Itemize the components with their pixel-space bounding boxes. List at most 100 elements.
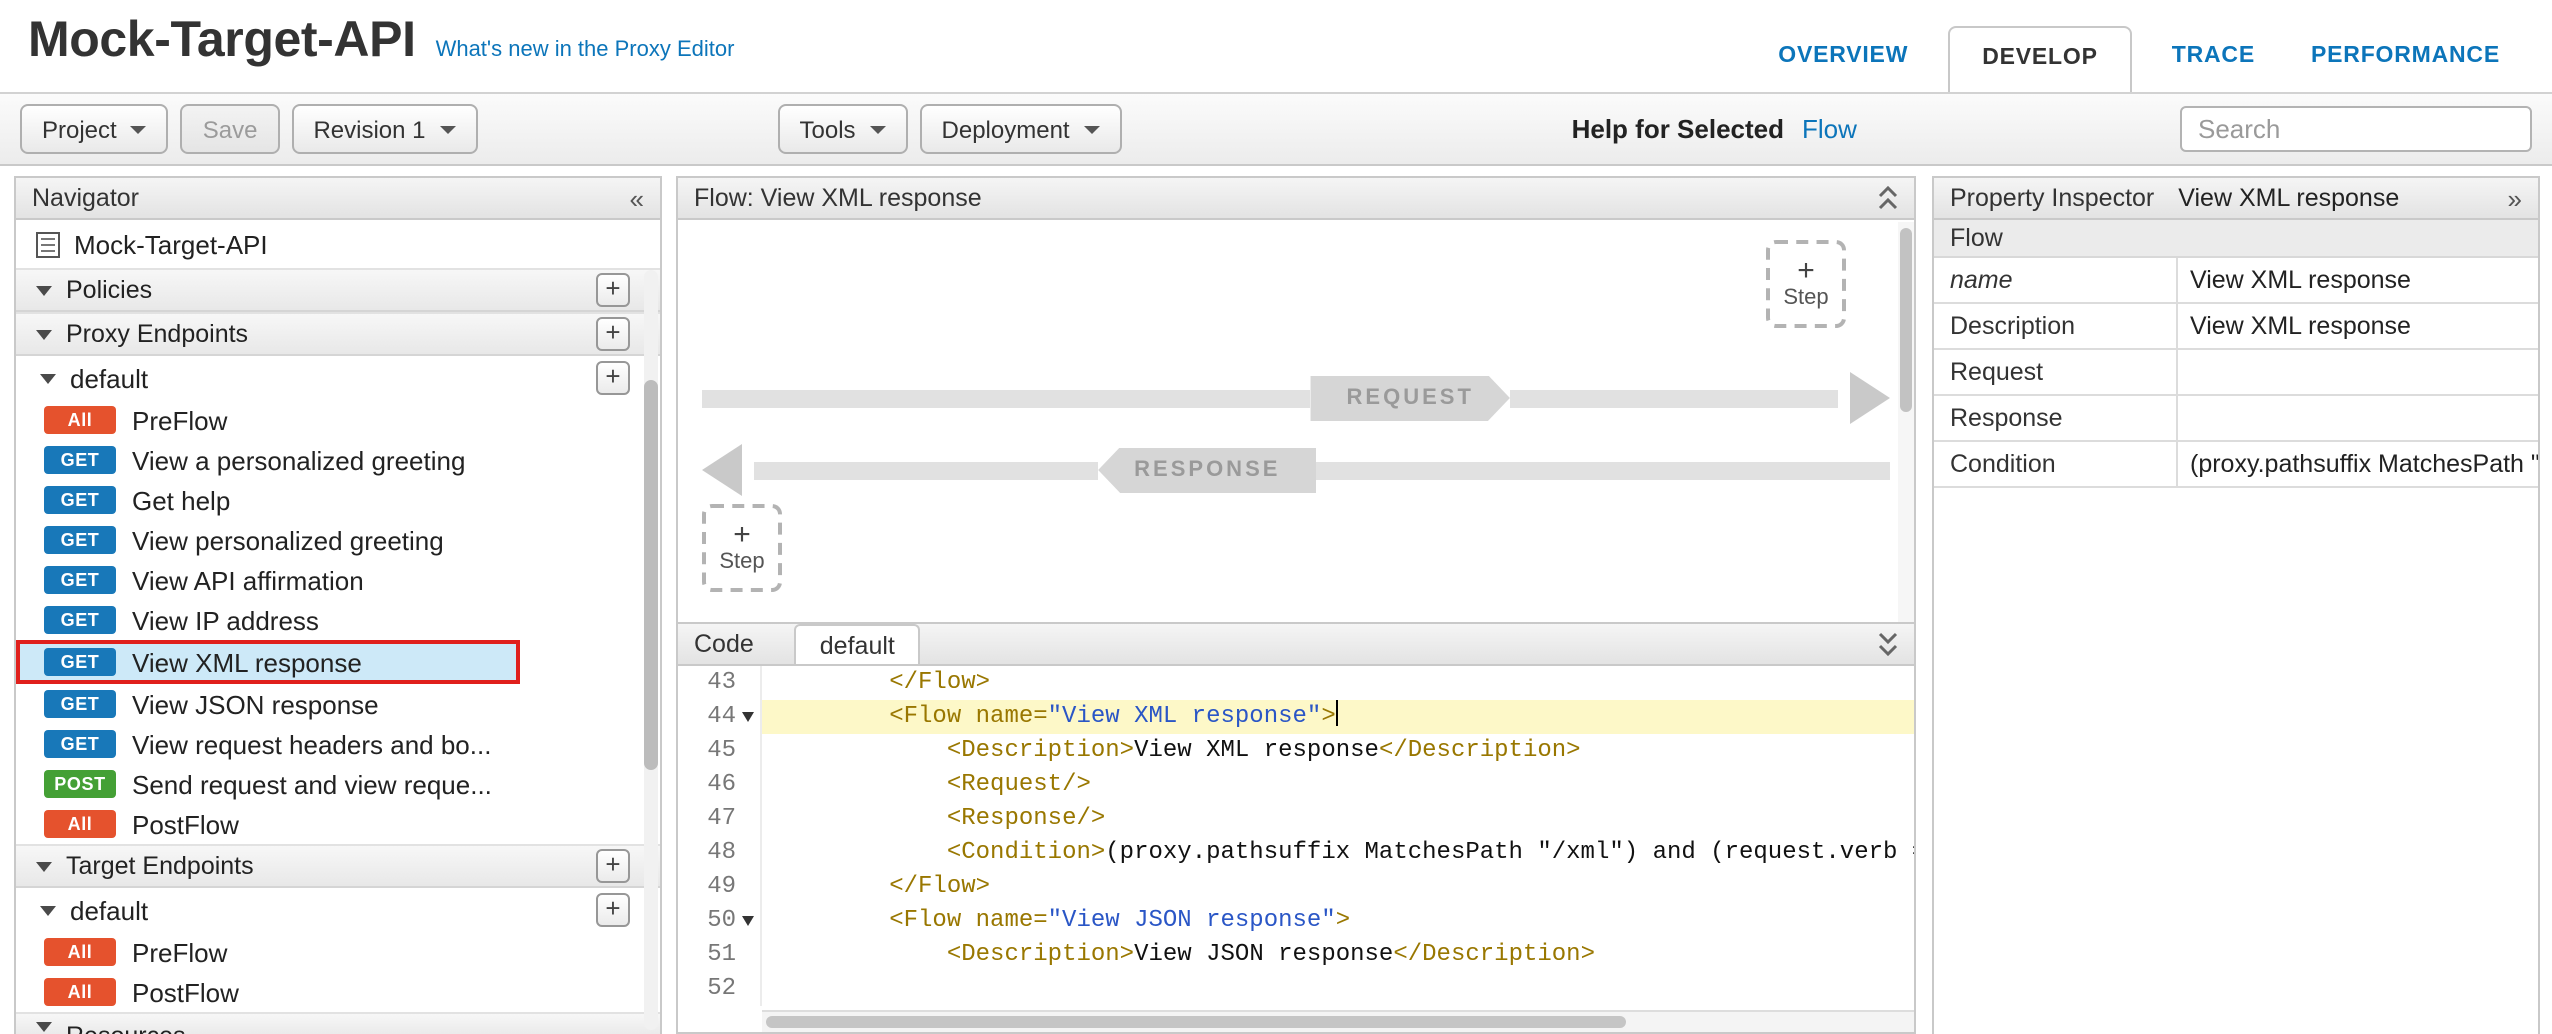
method-badge: POST [44, 770, 116, 798]
whats-new-link[interactable]: What's new in the Proxy Editor [436, 38, 735, 62]
sidebar-group-default[interactable]: default+ [16, 888, 660, 932]
sidebar-item-send-request-and-view-reque[interactable]: POSTSend request and view reque... [16, 764, 660, 804]
code-token: </Description> [1379, 736, 1581, 764]
add-step-button-response[interactable]: + Step [702, 504, 782, 592]
scrollbar-thumb[interactable] [766, 1016, 1626, 1028]
code-line[interactable]: 43 </Flow> [678, 666, 1914, 700]
code-line[interactable]: 50 <Flow name="View JSON response"> [678, 904, 1914, 938]
code-horizontal-scrollbar[interactable] [762, 1010, 1914, 1032]
expand-right-icon[interactable]: » [2508, 185, 2522, 211]
disclosure-triangle-icon[interactable] [40, 373, 56, 383]
inspector-property-value[interactable]: View XML response [2178, 258, 2538, 302]
sidebar-item-label: View API affirmation [132, 565, 364, 595]
sidebar-item-get-help[interactable]: GETGet help [16, 480, 660, 520]
collapse-panel-icon[interactable] [1878, 632, 1898, 656]
code-line[interactable]: 52 [678, 972, 1914, 1006]
document-icon [36, 231, 60, 257]
code-tab-default[interactable]: default [794, 624, 921, 664]
sidebar-item-preflow[interactable]: AllPreFlow [16, 400, 660, 440]
sidebar-item-postflow[interactable]: AllPostFlow [16, 972, 660, 1012]
code-line[interactable]: 45 <Description>View XML response</Descr… [678, 734, 1914, 768]
help-flow-link[interactable]: Flow [1802, 114, 1857, 144]
code-token: </Description> [1393, 940, 1595, 968]
disclosure-triangle-icon[interactable] [36, 861, 52, 871]
code-line[interactable]: 47 <Response/> [678, 802, 1914, 836]
code-token: </Flow> [889, 872, 990, 900]
code-line[interactable]: 48 <Condition>(proxy.pathsuffix MatchesP… [678, 836, 1914, 870]
navigator-scrollbar[interactable] [644, 270, 658, 1030]
code-token [774, 838, 947, 866]
save-button[interactable]: Save [181, 104, 280, 154]
collapse-left-icon[interactable]: « [630, 185, 644, 211]
tab-overview[interactable]: OVERVIEW [1750, 44, 1936, 94]
code-editor[interactable]: 43 </Flow>44 <Flow name="View XML respon… [678, 666, 1914, 1032]
fold-icon[interactable] [742, 712, 754, 722]
response-flow-arrow: RESPONSE [702, 444, 1890, 496]
sidebar-item-view-api-affirmation[interactable]: GETView API affirmation [16, 560, 660, 600]
sidebar-item-view-xml-response[interactable]: GETView XML response [16, 640, 520, 684]
project-menu-button[interactable]: Project [20, 104, 169, 154]
add-step-button-request[interactable]: + Step [1766, 240, 1846, 328]
tab-performance[interactable]: PERFORMANCE [2283, 44, 2528, 94]
code-token [774, 872, 889, 900]
title-row: Mock-Target-API What's new in the Proxy … [28, 12, 734, 70]
add-button[interactable]: + [596, 361, 630, 395]
code-line[interactable]: 44 <Flow name="View XML response"> [678, 700, 1914, 734]
sidebar-item-preflow[interactable]: AllPreFlow [16, 932, 660, 972]
code-line[interactable]: 46 <Request/> [678, 768, 1914, 802]
code-line[interactable]: 49 </Flow> [678, 870, 1914, 904]
sidebar-section-policies[interactable]: Policies+ [16, 268, 660, 312]
inspector-title: Property Inspector [1950, 184, 2154, 212]
disclosure-triangle-icon[interactable] [36, 285, 52, 295]
add-button[interactable]: + [596, 317, 630, 351]
add-button[interactable]: + [596, 849, 630, 883]
disclosure-triangle-icon[interactable] [36, 1022, 52, 1032]
deployment-menu-button[interactable]: Deployment [920, 104, 1122, 154]
inspector-property-value[interactable] [2178, 350, 2538, 394]
tools-menu-button[interactable]: Tools [778, 104, 908, 154]
scrollbar-thumb[interactable] [1900, 228, 1912, 412]
sidebar-section-resources[interactable]: Resources [16, 1012, 660, 1034]
inspector-property-value[interactable]: (proxy.pathsuffix MatchesPath "/xml") an… [2178, 442, 2538, 486]
add-button[interactable]: + [596, 273, 630, 307]
inspector-property-value[interactable]: View XML response [2178, 304, 2538, 348]
fold-icon[interactable] [742, 916, 754, 926]
disclosure-triangle-icon[interactable] [40, 905, 56, 915]
sidebar-item-root[interactable]: Mock-Target-API [16, 220, 660, 268]
sidebar-item-view-a-personalized-greeting[interactable]: GETView a personalized greeting [16, 440, 660, 480]
request-bar [702, 389, 1311, 407]
sidebar-section-target-endpoints[interactable]: Target Endpoints+ [16, 844, 660, 888]
app: Mock-Target-API What's new in the Proxy … [0, 0, 2552, 1034]
app-header: Mock-Target-API What's new in the Proxy … [0, 0, 2552, 92]
sidebar-item-label: PostFlow [132, 809, 239, 839]
code-panel: Code default 43 </Flow>44 <Flow name="Vi… [676, 624, 1916, 1034]
sidebar-item-view-ip-address[interactable]: GETView IP address [16, 600, 660, 640]
method-badge: GET [44, 446, 116, 474]
sidebar-section-label: Proxy Endpoints [66, 320, 248, 348]
tab-trace[interactable]: TRACE [2144, 44, 2283, 94]
code-text: <Response/> [762, 802, 1914, 836]
code-token: </Flow> [889, 668, 990, 696]
code-token: View XML response [1134, 736, 1379, 764]
inspector-property-value[interactable] [2178, 396, 2538, 440]
tab-develop[interactable]: DEVELOP [1948, 26, 2132, 94]
disclosure-triangle-icon[interactable] [36, 329, 52, 339]
flow-canvas-scrollbar[interactable] [1898, 222, 1914, 622]
code-line[interactable]: 51 <Description>View JSON response</Desc… [678, 938, 1914, 972]
add-button[interactable]: + [596, 893, 630, 927]
tools-menu-label: Tools [800, 115, 856, 143]
revision-menu-button[interactable]: Revision 1 [291, 104, 477, 154]
collapse-panel-icon[interactable] [1878, 186, 1898, 210]
code-token: <Description> [947, 736, 1134, 764]
sidebar-section-proxy-endpoints[interactable]: Proxy Endpoints + [16, 312, 660, 356]
sidebar-item-view-personalized-greeting[interactable]: GETView personalized greeting [16, 520, 660, 560]
code-text: <Description>View XML response</Descript… [762, 734, 1914, 768]
plus-icon: + [733, 522, 751, 550]
scrollbar-thumb[interactable] [644, 380, 658, 770]
sidebar-group-default[interactable]: default+ [16, 356, 660, 400]
sidebar-item-view-request-headers-and-bo[interactable]: GETView request headers and bo... [16, 724, 660, 764]
search-input[interactable] [2180, 106, 2532, 152]
sidebar-item-view-json-response[interactable]: GETView JSON response [16, 684, 660, 724]
sidebar-item-postflow[interactable]: AllPostFlow [16, 804, 660, 844]
chevron-down-icon [440, 125, 456, 133]
